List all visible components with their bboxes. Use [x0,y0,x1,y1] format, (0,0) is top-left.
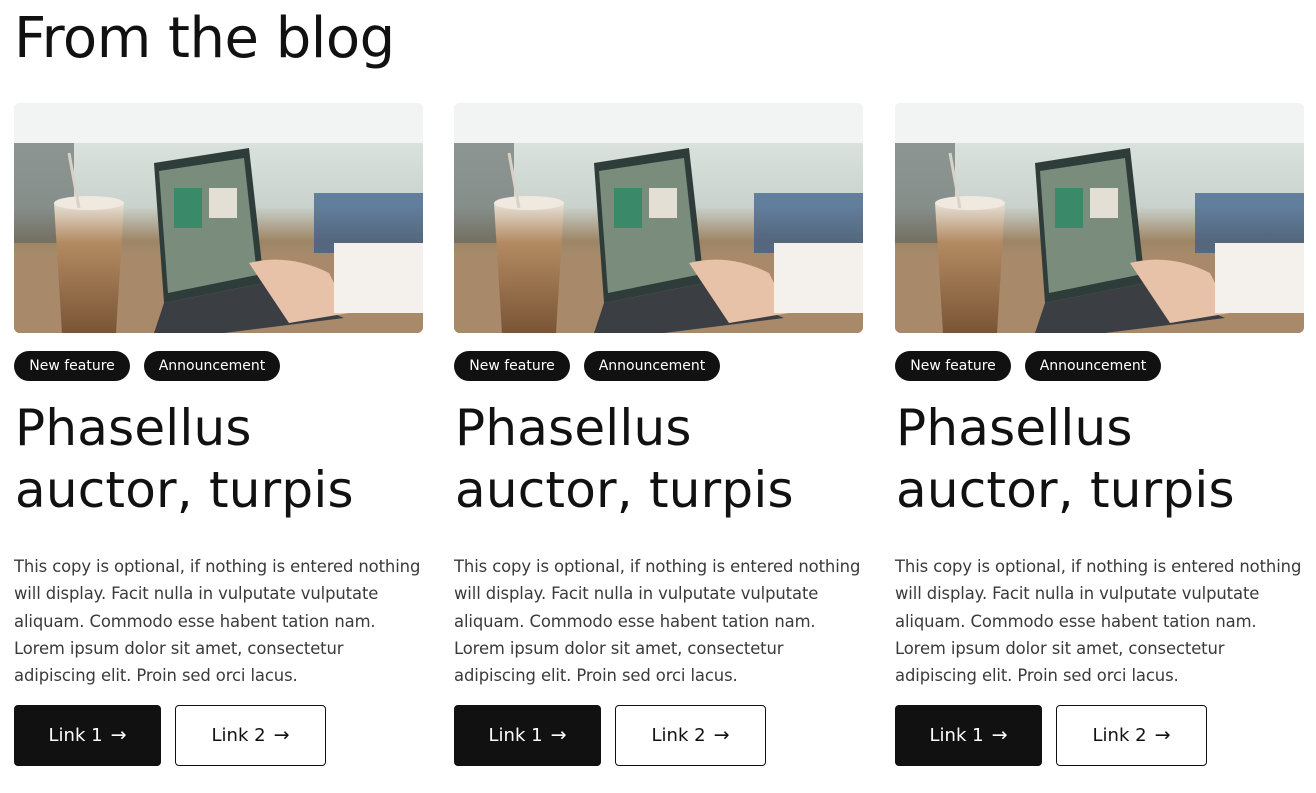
link-1-button[interactable]: Link 1 → [14,705,161,766]
laptop-photo-icon [14,103,423,333]
tag-announcement[interactable]: Announcement [584,351,720,381]
arrow-right-icon: → [550,724,567,746]
link-2-label: Link 2 [1092,725,1147,746]
link-1-label: Link 1 [48,725,103,746]
link-1-label: Link 1 [488,725,543,746]
card-image[interactable] [14,103,423,333]
laptop-photo-icon [454,103,863,333]
section-title: From the blog [14,6,395,71]
link-2-label: Link 2 [651,725,706,746]
link-2-button[interactable]: Link 2 → [1056,705,1207,766]
link-2-button[interactable]: Link 2 → [175,705,326,766]
link-2-label: Link 2 [211,725,266,746]
laptop-photo-icon [895,103,1304,333]
card-copy: This copy is optional, if nothing is ent… [14,557,421,686]
tag-announcement[interactable]: Announcement [144,351,280,381]
arrow-right-icon: → [991,724,1008,746]
tag-announcement[interactable]: Announcement [1025,351,1161,381]
link-1-button[interactable]: Link 1 → [895,705,1042,766]
link-2-button[interactable]: Link 2 → [615,705,766,766]
blog-card: New feature Announcement Phasellus aucto… [895,103,1304,766]
link-1-button[interactable]: Link 1 → [454,705,601,766]
tag-new-feature[interactable]: New feature [454,351,570,381]
card-copy: This copy is optional, if nothing is ent… [454,557,861,686]
card-image[interactable] [454,103,863,333]
tag-new-feature[interactable]: New feature [14,351,130,381]
blog-card: New feature Announcement Phasellus aucto… [14,103,423,766]
card-image[interactable] [895,103,1304,333]
arrow-right-icon: → [110,724,127,746]
arrow-right-icon: → [273,724,290,746]
blog-card: New feature Announcement Phasellus aucto… [454,103,863,766]
card-title: Phasellus auctor, turpis [896,399,1235,519]
arrow-right-icon: → [1154,724,1171,746]
arrow-right-icon: → [713,724,730,746]
card-title: Phasellus auctor, turpis [15,399,354,519]
link-1-label: Link 1 [929,725,984,746]
card-copy: This copy is optional, if nothing is ent… [895,557,1302,686]
tag-new-feature[interactable]: New feature [895,351,1011,381]
card-title: Phasellus auctor, turpis [455,399,794,519]
